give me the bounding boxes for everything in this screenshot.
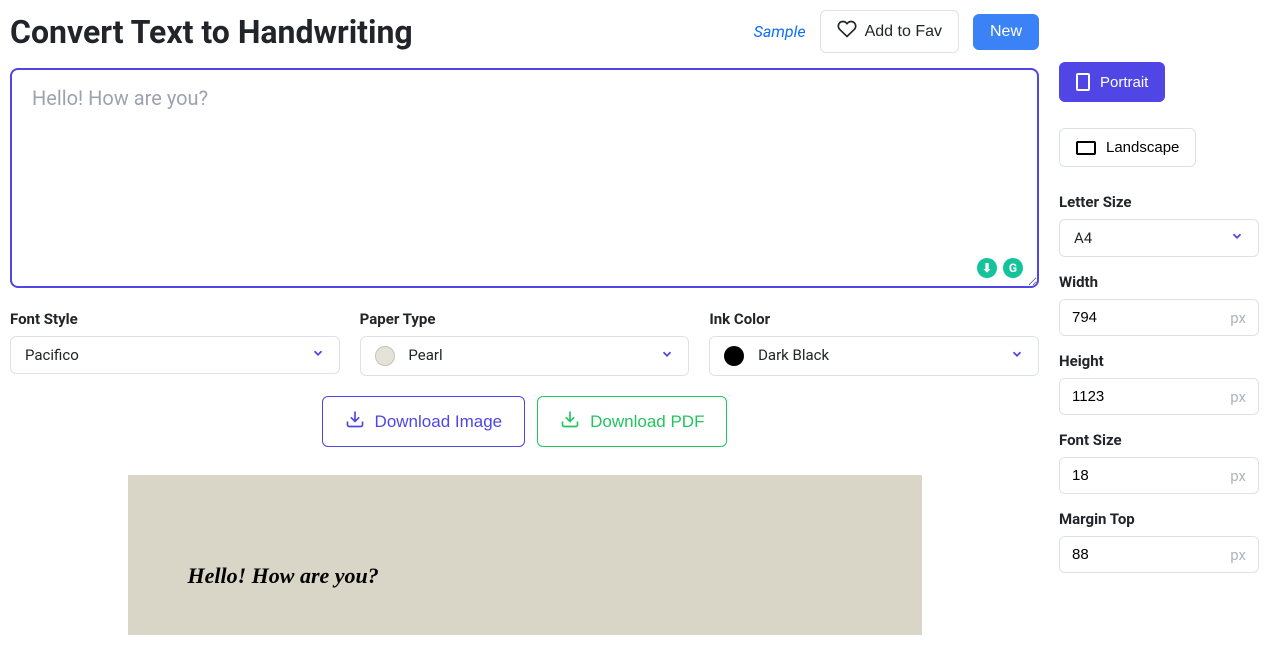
landscape-label: Landscape [1106, 139, 1179, 156]
portrait-button[interactable]: Portrait [1059, 62, 1165, 102]
chevron-down-icon [1010, 347, 1024, 365]
add-to-fav-button[interactable]: Add to Fav [820, 10, 959, 53]
margin-top-input[interactable] [1060, 537, 1218, 572]
landscape-icon [1076, 141, 1096, 155]
paper-swatch-icon [375, 346, 395, 366]
handwriting-preview: Hello! How are you? [128, 475, 922, 635]
font-style-value: Pacifico [25, 346, 79, 364]
paper-type-select[interactable]: Pearl [360, 336, 690, 376]
width-label: Width [1059, 273, 1259, 291]
chevron-down-icon [660, 347, 674, 365]
paper-type-value: Pearl [408, 346, 442, 364]
download-image-button[interactable]: Download Image [322, 396, 526, 447]
ink-swatch-icon [724, 346, 744, 366]
paper-type-label: Paper Type [360, 310, 690, 328]
ink-color-label: Ink Color [709, 310, 1039, 328]
chevron-down-icon [1230, 229, 1244, 247]
width-input[interactable] [1060, 300, 1218, 335]
font-style-label: Font Style [10, 310, 340, 328]
ink-color-value: Dark Black [758, 346, 829, 364]
download-image-label: Download Image [375, 412, 503, 432]
font-style-select[interactable]: Pacifico [10, 336, 340, 374]
margin-top-unit: px [1218, 546, 1258, 564]
height-label: Height [1059, 352, 1259, 370]
ink-color-select[interactable]: Dark Black [709, 336, 1039, 376]
download-icon [345, 409, 365, 434]
font-size-unit: px [1218, 467, 1258, 485]
heart-icon [837, 19, 857, 44]
download-pdf-label: Download PDF [590, 412, 704, 432]
grammarly-icon: G [1003, 258, 1023, 278]
grammarly-widget[interactable]: ⬇ G [977, 258, 1023, 278]
height-input[interactable] [1060, 379, 1218, 414]
portrait-label: Portrait [1100, 74, 1148, 91]
font-size-input[interactable] [1060, 458, 1218, 493]
new-button[interactable]: New [973, 14, 1039, 50]
text-input[interactable] [10, 68, 1039, 288]
margin-top-label: Margin Top [1059, 510, 1259, 528]
font-size-label: Font Size [1059, 431, 1259, 449]
landscape-button[interactable]: Landscape [1059, 128, 1196, 167]
letter-size-label: Letter Size [1059, 193, 1259, 211]
sample-link[interactable]: Sample [754, 22, 806, 41]
download-icon [560, 409, 580, 434]
page-title: Convert Text to Handwriting [10, 13, 413, 51]
letter-size-value: A4 [1074, 229, 1092, 247]
letter-size-select[interactable]: A4 [1059, 219, 1259, 257]
add-to-fav-label: Add to Fav [865, 23, 942, 41]
grammarly-add-icon: ⬇ [977, 258, 997, 278]
height-unit: px [1218, 388, 1258, 406]
download-pdf-button[interactable]: Download PDF [537, 396, 727, 447]
width-unit: px [1218, 309, 1258, 327]
chevron-down-icon [311, 346, 325, 364]
portrait-icon [1076, 73, 1090, 91]
preview-text: Hello! How are you? [188, 563, 379, 588]
